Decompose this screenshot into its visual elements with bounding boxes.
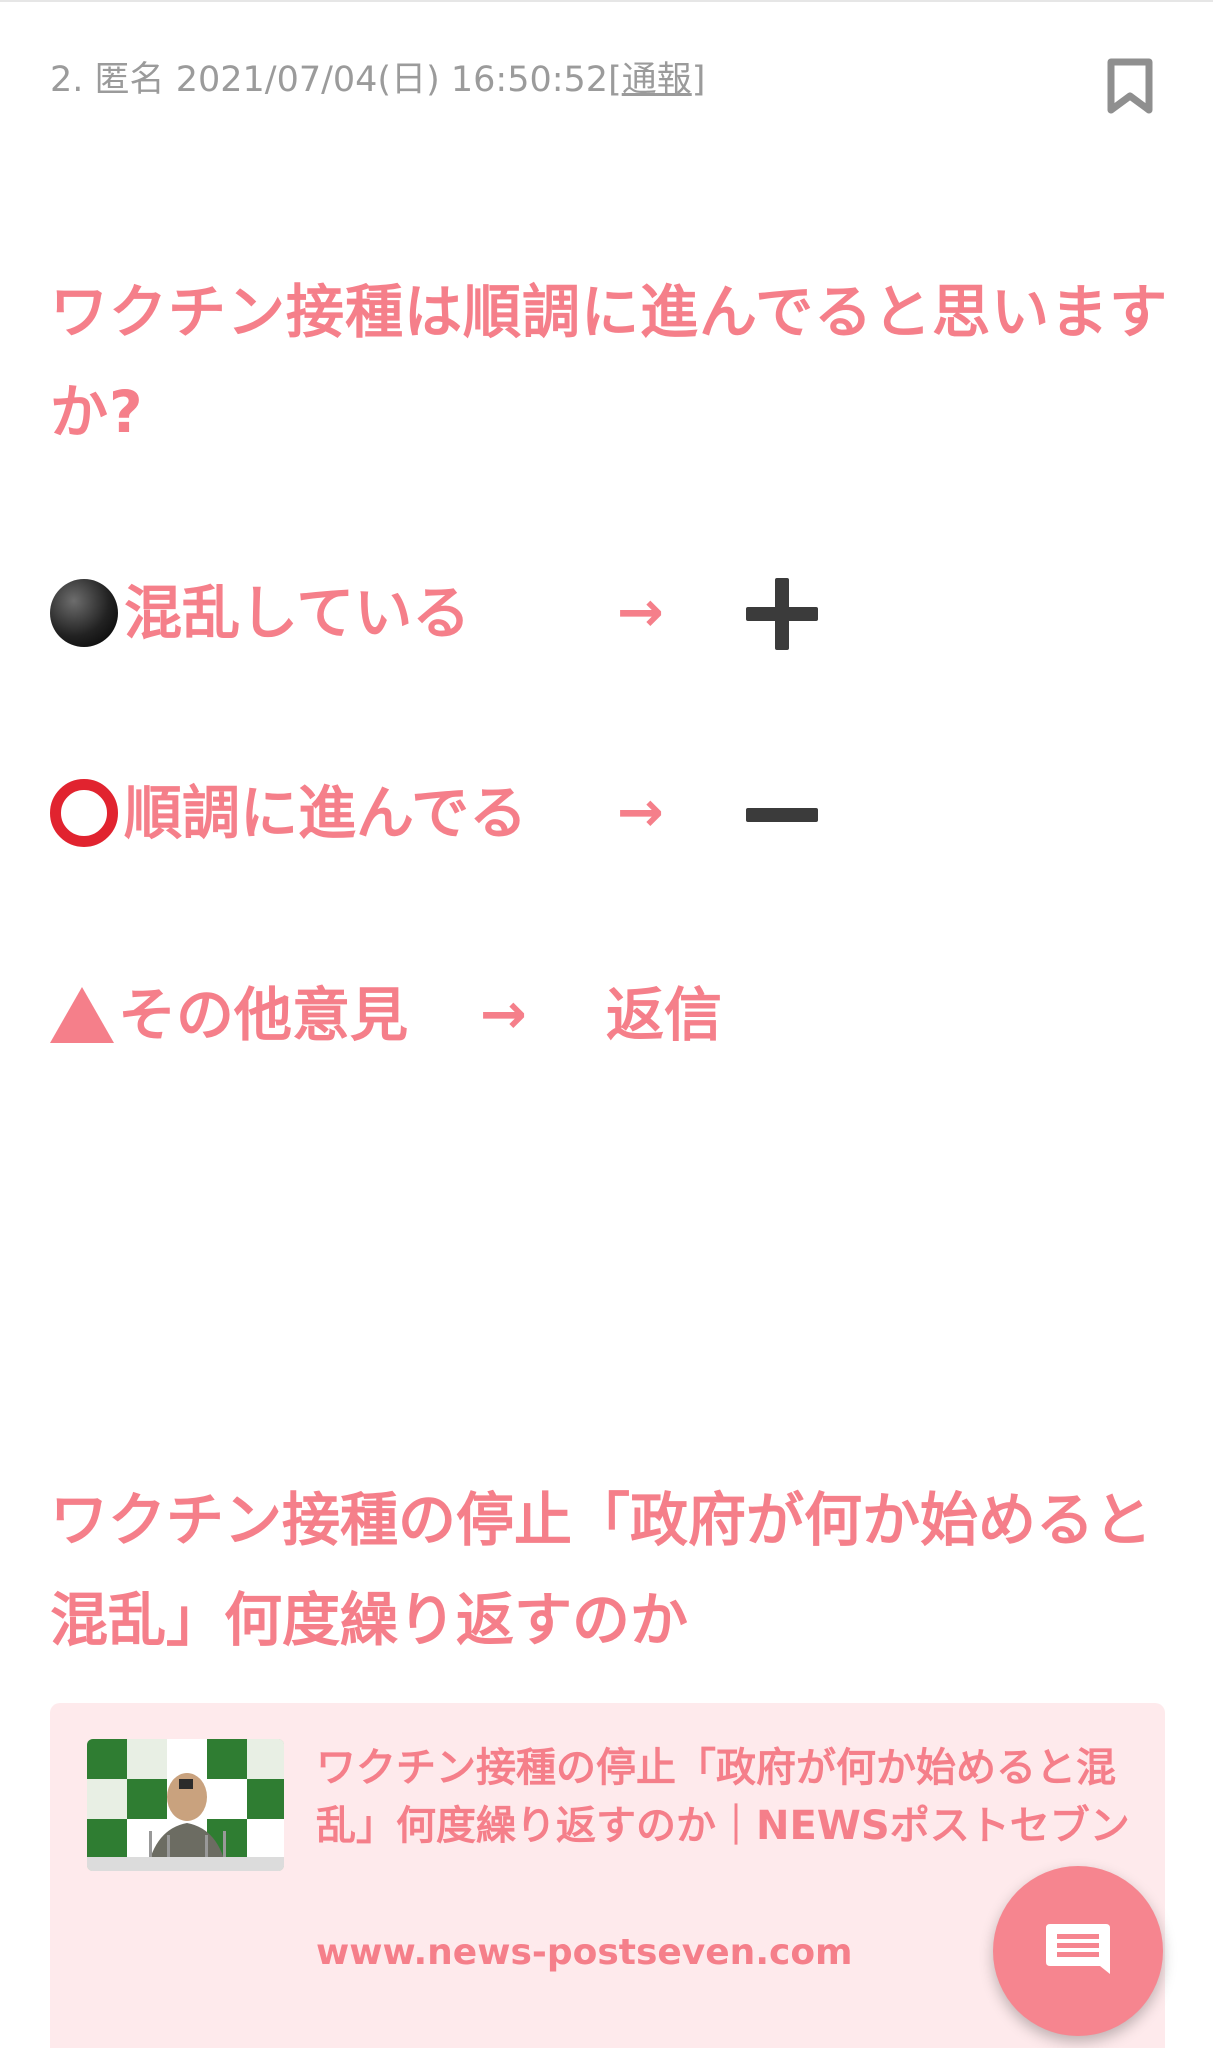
question-title: ワクチン接種は順調に進んでると思いますか? <box>50 278 1169 446</box>
triangle-icon <box>50 987 114 1043</box>
arrow-right-icon: → <box>617 580 664 645</box>
arrow-right-icon: → <box>480 982 527 1047</box>
black-circle-icon <box>50 579 118 647</box>
report-open: [ <box>608 60 622 100</box>
report-close: ] <box>691 60 706 100</box>
minus-icon[interactable] <box>746 808 818 822</box>
option-smooth: 順調に進んでる <box>50 773 527 853</box>
bookmark-icon[interactable] <box>1105 58 1155 114</box>
link-card-url[interactable]: www.news-postseven.com <box>316 1928 853 1978</box>
arrow-right-icon: → <box>617 780 664 845</box>
news-headline: ワクチン接種の停止「政府が何か始めると混乱」何度繰り返すのか <box>50 1486 1153 1654</box>
plus-icon[interactable] <box>746 578 818 650</box>
post-author: 匿名 <box>94 60 165 100</box>
red-circle-icon <box>50 779 118 847</box>
news-thumbnail <box>87 1739 284 1871</box>
reply-label[interactable]: 返信 <box>606 975 722 1055</box>
post-number: 2. <box>50 60 84 100</box>
option-label: 混乱している <box>124 579 471 647</box>
report-link[interactable]: 通報 <box>622 60 692 100</box>
option-confused: 混乱している <box>50 573 470 653</box>
option-label: その他意見 <box>118 981 409 1049</box>
comment-fab-button[interactable] <box>993 1866 1163 2036</box>
top-divider <box>0 0 1213 2</box>
link-card-title[interactable]: ワクチン接種の停止「政府が何か始めると混乱」何度繰り返すのか｜NEWSポストセブ… <box>316 1739 1136 1855</box>
option-label: 順調に進んでる <box>124 779 528 847</box>
post-datetime: 2021/07/04(日) 16:50:52 <box>175 60 609 100</box>
link-card[interactable]: ワクチン接種の停止「政府が何か始めると混乱」何度繰り返すのか｜NEWSポストセブ… <box>50 1703 1165 2048</box>
comment-icon <box>1046 1924 1110 1974</box>
option-other: その他意見 <box>50 975 408 1055</box>
post-meta: 2. 匿名 2021/07/04(日) 16:50:52[通報] <box>50 56 705 104</box>
